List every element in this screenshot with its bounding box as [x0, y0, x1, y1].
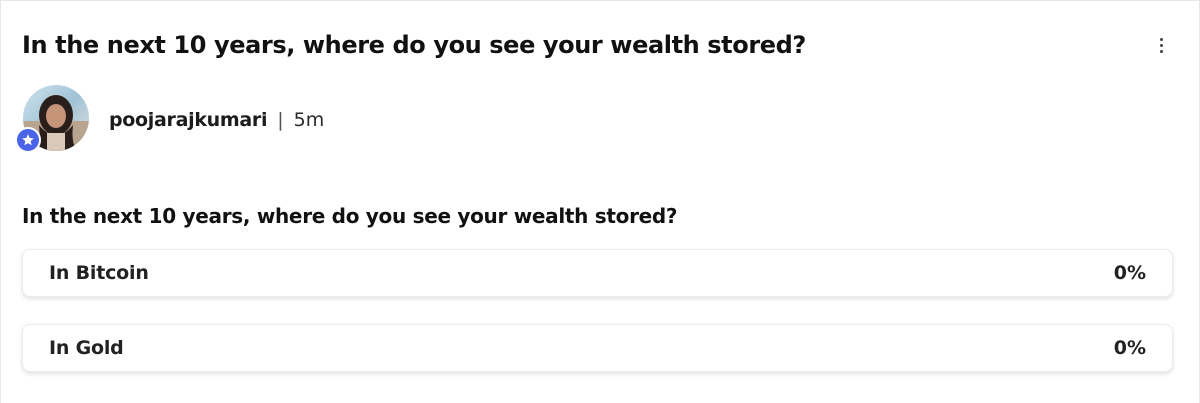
- poll-option-label: In Bitcoin: [49, 262, 149, 284]
- star-icon: [15, 127, 41, 153]
- author-avatar-wrap[interactable]: [15, 85, 91, 155]
- author-line: poojarajkumari | 5m: [109, 107, 324, 133]
- poll-option-bitcoin[interactable]: In Bitcoin 0%: [22, 249, 1173, 297]
- poll-question: In the next 10 years, where do you see y…: [22, 204, 678, 228]
- post-card: In the next 10 years, where do you see y…: [0, 0, 1200, 403]
- author-username[interactable]: poojarajkumari: [109, 109, 268, 131]
- more-options-icon[interactable]: [1147, 29, 1175, 61]
- post-time: 5m: [293, 109, 325, 131]
- poll-option-percent: 0%: [1113, 262, 1146, 284]
- poll-option-gold[interactable]: In Gold 0%: [22, 324, 1173, 372]
- poll-option-percent: 0%: [1113, 337, 1146, 359]
- poll-option-label: In Gold: [49, 337, 124, 359]
- post-title: In the next 10 years, where do you see y…: [22, 31, 806, 59]
- separator: |: [277, 109, 284, 131]
